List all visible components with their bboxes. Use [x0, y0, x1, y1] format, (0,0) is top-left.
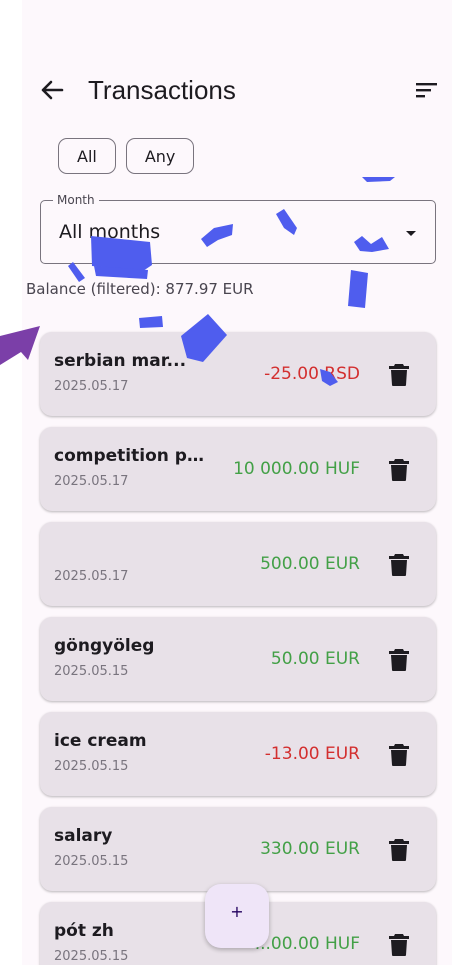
transaction-amount: 500.00 EUR — [260, 554, 360, 574]
transaction-title: serbian mar... — [54, 351, 187, 371]
transaction-amount: 10 000.00 HUF — [233, 459, 360, 479]
trash-icon[interactable] — [388, 743, 410, 767]
status-bar — [22, 0, 452, 62]
month-label: Month — [53, 192, 99, 208]
transaction-list: serbian mar... 2025.05.17 -25.00 RSD com… — [40, 332, 436, 965]
transaction-card[interactable]: 2025.05.17 500.00 EUR — [40, 522, 436, 606]
trash-icon[interactable] — [388, 648, 410, 672]
trash-icon[interactable] — [388, 838, 410, 862]
transaction-date: 2025.05.15 — [54, 854, 129, 869]
transaction-date: 2025.05.15 — [54, 949, 129, 964]
back-button[interactable] — [34, 72, 70, 108]
arrow-back-icon — [41, 80, 64, 100]
sort-icon — [416, 83, 437, 98]
trash-icon[interactable] — [388, 933, 410, 957]
month-value: All months — [59, 221, 161, 243]
add-transaction-button[interactable]: + — [205, 884, 269, 948]
status-left — [48, 24, 158, 40]
transaction-date: 2025.05.17 — [54, 379, 129, 394]
transaction-card[interactable]: ice cream 2025.05.15 -13.00 EUR — [40, 712, 436, 796]
trash-icon[interactable] — [388, 458, 410, 482]
filter-chips: All Any — [58, 138, 195, 174]
trash-icon[interactable] — [388, 553, 410, 577]
transaction-title: pót zh — [54, 921, 114, 941]
chip-all[interactable]: All — [58, 138, 116, 174]
transaction-card[interactable]: göngyöleg 2025.05.15 50.00 EUR — [40, 617, 436, 701]
dropdown-arrow-icon — [406, 231, 416, 236]
balance-text: Balance (filtered): 877.97 EUR — [26, 280, 254, 298]
page-title: Transactions — [88, 75, 236, 105]
transaction-card[interactable]: salary 2025.05.15 330.00 EUR — [40, 807, 436, 891]
transaction-date: 2025.05.17 — [54, 569, 129, 584]
status-right — [280, 24, 430, 40]
transaction-date: 2025.05.15 — [54, 759, 129, 774]
app-bar: Transactions — [22, 62, 452, 118]
transaction-amount: ...00.00 HUF — [254, 934, 360, 954]
transaction-title: competition p... — [54, 446, 204, 466]
transaction-amount: 50.00 EUR — [270, 649, 360, 669]
transaction-amount: 330.00 EUR — [260, 839, 360, 859]
transaction-amount: -13.00 EUR — [264, 744, 360, 764]
transaction-title: göngyöleg — [54, 636, 155, 656]
month-dropdown[interactable]: Month All months — [40, 192, 436, 264]
transaction-card[interactable]: competition p... 2025.05.17 10 000.00 HU… — [40, 427, 436, 511]
transaction-amount: -25.00 RSD — [264, 364, 360, 384]
fab-plus-label: + — [230, 902, 244, 921]
app-screen: Transactions All Any Month All months Ba… — [22, 0, 452, 965]
transaction-card[interactable]: serbian mar... 2025.05.17 -25.00 RSD — [40, 332, 436, 416]
transaction-date: 2025.05.15 — [54, 664, 129, 679]
transaction-title: salary — [54, 826, 113, 846]
transaction-date: 2025.05.17 — [54, 474, 129, 489]
chip-any[interactable]: Any — [125, 138, 195, 174]
sort-button[interactable] — [408, 72, 444, 108]
transaction-title: ice cream — [54, 731, 147, 751]
trash-icon[interactable] — [388, 363, 410, 387]
